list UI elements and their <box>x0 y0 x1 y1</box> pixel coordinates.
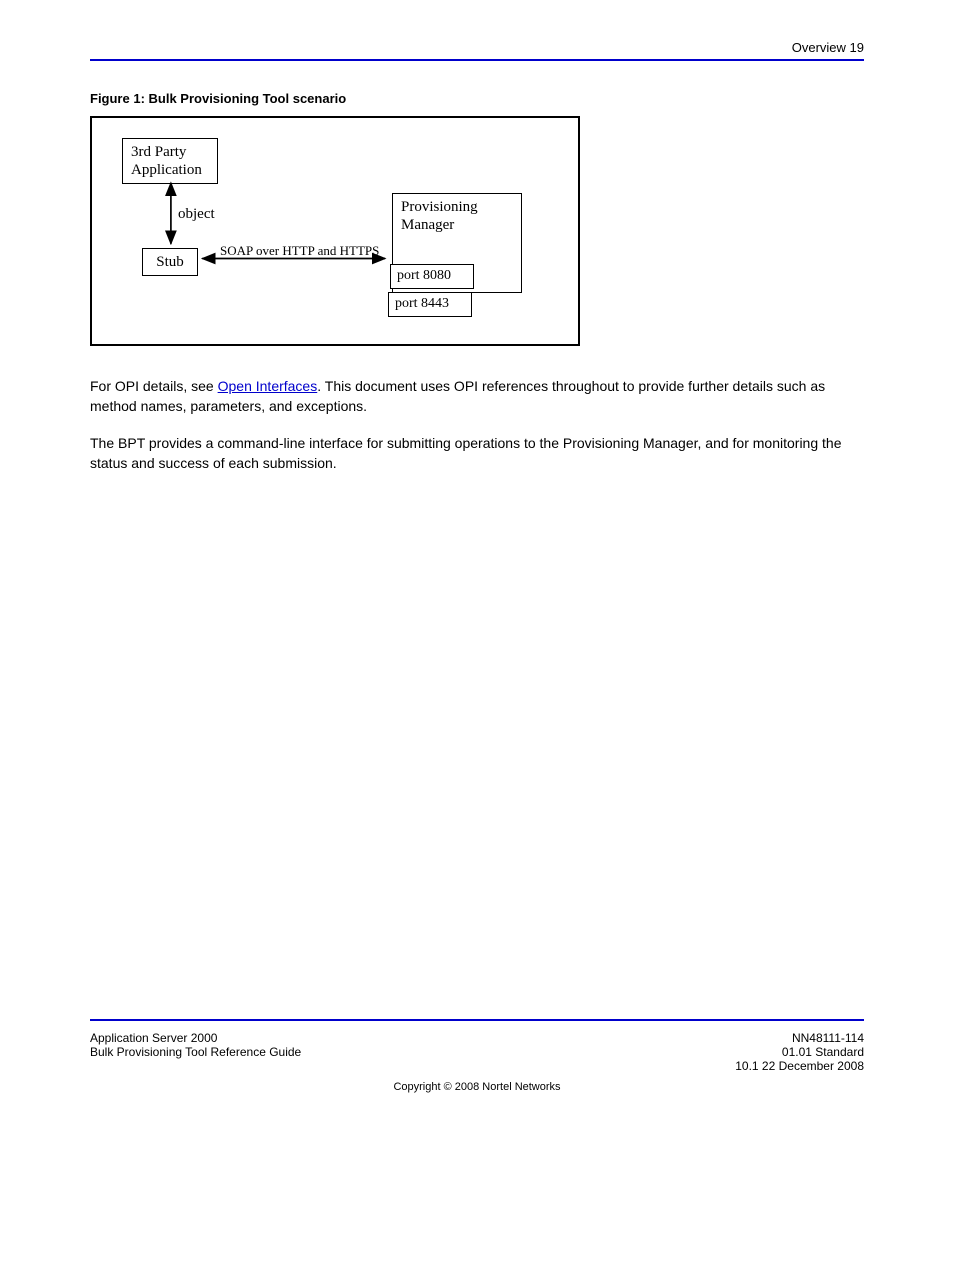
box-stub: Stub <box>142 248 198 276</box>
box-third-party: 3rd Party Application <box>122 138 218 184</box>
paragraph-2: The BPT provides a command-line interfac… <box>90 433 864 474</box>
page-footer: Application Server 2000 Bulk Provisionin… <box>90 1031 864 1073</box>
footer-copyright: Copyright © 2008 Nortel Networks <box>90 1081 864 1093</box>
box-provmgr-line2: Manager <box>401 216 513 234</box>
box-port-8080: port 8080 <box>390 264 474 289</box>
footer-left-line1: Application Server 2000 <box>90 1031 301 1045</box>
footer-right-line1: NN48111-114 <box>735 1031 864 1045</box>
footer-rule <box>90 1019 864 1021</box>
box-third-party-line2: Application <box>131 161 209 179</box>
header-rule <box>90 59 864 61</box>
footer-left: Application Server 2000 Bulk Provisionin… <box>90 1031 301 1073</box>
footer-right: NN48111-114 01.01 Standard 10.1 22 Decem… <box>735 1031 864 1073</box>
content-spacer <box>90 489 864 1009</box>
box-port-8443: port 8443 <box>388 292 472 317</box>
figure-diagram: 3rd Party Application object Stub SOAP o… <box>90 116 580 346</box>
page-header: Overview 19 <box>90 40 864 55</box>
box-provmgr-line1: Provisioning <box>401 198 513 216</box>
footer-left-line2: Bulk Provisioning Tool Reference Guide <box>90 1045 301 1059</box>
footer-right-line3: 10.1 22 December 2008 <box>735 1059 864 1073</box>
p1-text-a: For OPI details, see <box>90 378 218 394</box>
label-soap: SOAP over HTTP and HTTPS <box>220 243 379 259</box>
footer-right-line2: 01.01 Standard <box>735 1045 864 1059</box>
link-open-interfaces[interactable]: Open Interfaces <box>218 378 318 394</box>
paragraph-1: For OPI details, see Open Interfaces. Th… <box>90 376 864 417</box>
figure-caption: Figure 1: Bulk Provisioning Tool scenari… <box>90 91 864 106</box>
box-third-party-line1: 3rd Party <box>131 143 209 161</box>
label-object: object <box>178 206 215 223</box>
